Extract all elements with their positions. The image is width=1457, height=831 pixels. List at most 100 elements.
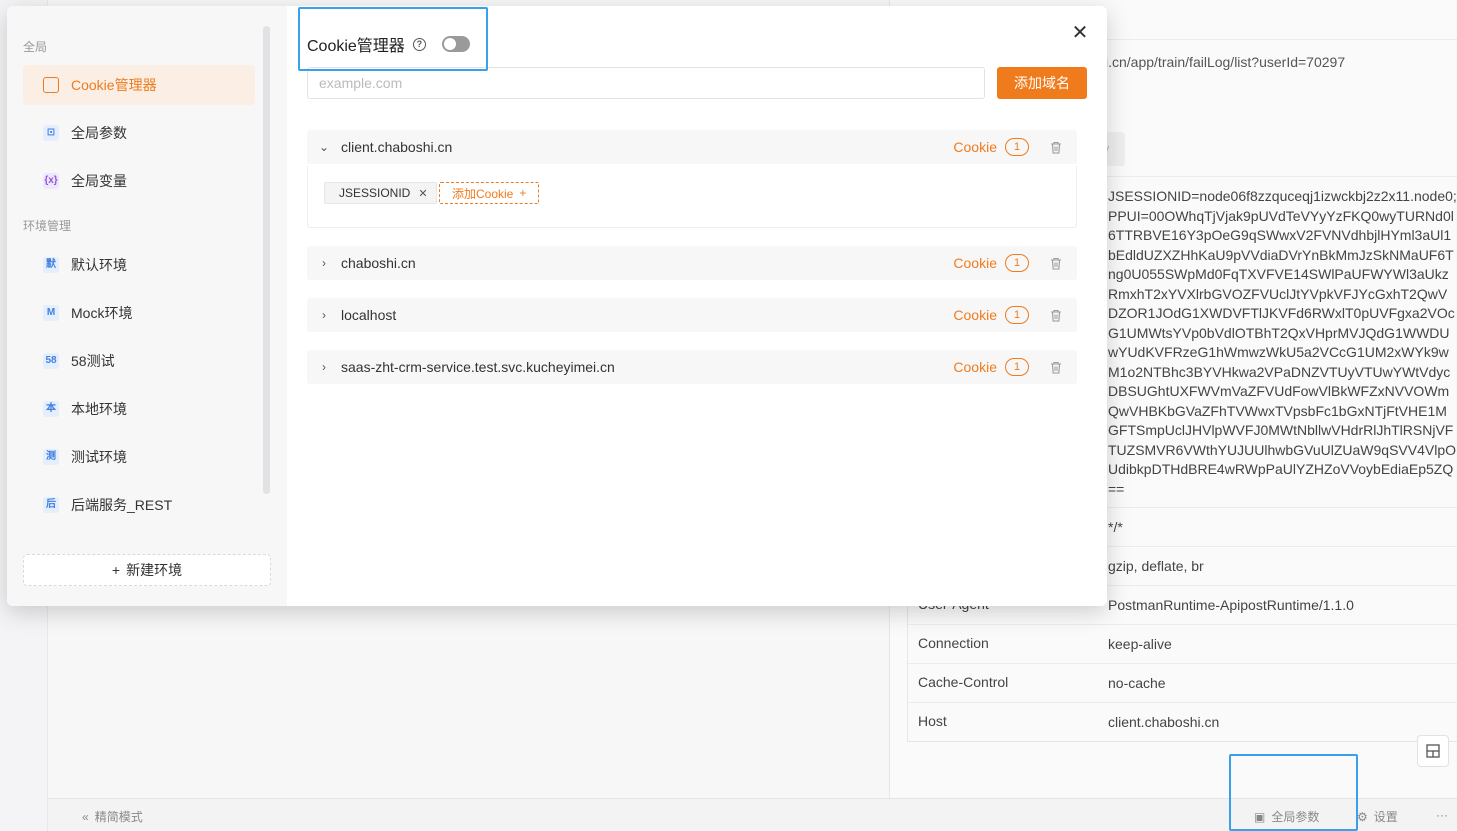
sidebar-item-env[interactable]: 测 测试环境 bbox=[23, 437, 255, 477]
header-key: Host bbox=[918, 713, 947, 729]
params-icon: ▣ bbox=[1254, 809, 1266, 824]
domain-input[interactable] bbox=[307, 67, 985, 99]
table-row: Host client.chaboshi.cn bbox=[908, 702, 1457, 741]
modal-title: Cookie管理器 bbox=[307, 38, 405, 55]
header-key: Cache-Control bbox=[918, 674, 1009, 690]
domain-row[interactable]: › saas-zht-crm-service.test.svc.kucheyim… bbox=[307, 350, 1077, 384]
header-value: PostmanRuntime-ApipostRuntime/1.1.0 bbox=[1108, 597, 1354, 613]
sidebar-item-env[interactable]: 58 58测试 bbox=[23, 341, 255, 381]
new-env-button[interactable]: + 新建环境 bbox=[23, 554, 271, 586]
simple-mode-label: 精简模式 bbox=[94, 810, 143, 824]
sidebar-item-label: 测试环境 bbox=[71, 449, 127, 465]
close-icon[interactable]: ✕ bbox=[418, 187, 427, 200]
global-params-label: 全局参数 bbox=[1271, 810, 1320, 824]
request-url: i.cn/app/train/failLog/list?userId=70297 bbox=[1105, 54, 1346, 70]
header-value: JSESSIONID=node06f8zzquceqj1izwckbj2z2x1… bbox=[1108, 188, 1457, 497]
sidebar-item-env[interactable]: 后 后端服务_REST bbox=[23, 485, 255, 525]
settings-label: 设置 bbox=[1373, 810, 1398, 824]
gear-icon: ⚙ bbox=[1357, 809, 1368, 824]
cookie-manager-toggle[interactable] bbox=[441, 36, 470, 52]
cookie-tag[interactable]: JSESSIONID ✕ bbox=[324, 182, 437, 204]
table-row: Connection keep-alive bbox=[908, 624, 1457, 663]
domain-row[interactable]: ⌄ client.chaboshi.cn Cookie 1 bbox=[307, 130, 1077, 164]
header-value: client.chaboshi.cn bbox=[1108, 714, 1220, 730]
params-icon: ⊡ bbox=[43, 125, 59, 141]
new-env-label: 新建环境 bbox=[126, 562, 183, 578]
more-label: ··· bbox=[1436, 808, 1448, 822]
bottom-status-bar: « 精简模式 ▣ 全局参数 ⚙ 设置 ··· bbox=[48, 798, 1457, 831]
trash-icon[interactable] bbox=[1049, 360, 1063, 374]
more-button[interactable]: ··· bbox=[1436, 808, 1448, 822]
sidebar-item-env[interactable]: M Mock环境 bbox=[23, 293, 255, 333]
header-value: keep-alive bbox=[1108, 636, 1172, 652]
cookie-label: Cookie bbox=[953, 359, 997, 375]
sidebar-item-label: Cookie管理器 bbox=[71, 77, 157, 93]
cookie-count-badge: 1 bbox=[1005, 254, 1029, 272]
env-badge: M bbox=[43, 305, 59, 321]
header-value: */* bbox=[1108, 519, 1123, 535]
table-row: Cache-Control no-cache bbox=[908, 663, 1457, 702]
layout-toggle-button[interactable] bbox=[1417, 735, 1449, 767]
sidebar-item-label: 全局变量 bbox=[71, 173, 127, 189]
domain-name: saas-zht-crm-service.test.svc.kucheyimei… bbox=[341, 359, 615, 375]
global-params-button[interactable]: ▣ 全局参数 bbox=[1254, 808, 1319, 825]
domain-name: localhost bbox=[341, 307, 397, 323]
sidebar-item-global-params[interactable]: ⊡ 全局参数 bbox=[23, 113, 255, 153]
sidebar-item-label: 全局参数 bbox=[71, 125, 127, 141]
help-icon[interactable]: ? bbox=[412, 37, 426, 51]
add-cookie-label: 添加Cookie bbox=[452, 186, 514, 201]
add-domain-button[interactable]: 添加域名 bbox=[997, 67, 1087, 99]
header-key: Connection bbox=[918, 635, 989, 651]
modal-sidebar: 全局 Cookie管理器 ⊡ 全局参数 {x} 全局变量 环境管理 默 默认环境… bbox=[7, 6, 287, 606]
domain-name: client.chaboshi.cn bbox=[341, 139, 453, 155]
cookie-manager-modal: 全局 Cookie管理器 ⊡ 全局参数 {x} 全局变量 环境管理 默 默认环境… bbox=[7, 6, 1107, 606]
plus-icon: + bbox=[111, 562, 121, 578]
sidebar-item-label: Mock环境 bbox=[71, 305, 133, 321]
env-badge: 测 bbox=[43, 449, 59, 465]
chevron-right-icon[interactable]: › bbox=[307, 360, 341, 374]
sidebar-item-global-vars[interactable]: {x} 全局变量 bbox=[23, 161, 255, 201]
sidebar-item-env[interactable]: 默 默认环境 bbox=[23, 245, 255, 285]
header-value: gzip, deflate, br bbox=[1108, 558, 1204, 574]
add-cookie-button[interactable]: 添加Cookie + bbox=[439, 182, 540, 204]
sidebar-item-env[interactable]: 本 本地环境 bbox=[23, 389, 255, 429]
header-value: no-cache bbox=[1108, 675, 1166, 691]
domain-row[interactable]: › localhost Cookie 1 bbox=[307, 298, 1077, 332]
modal-title-group: Cookie管理器 ? bbox=[307, 32, 470, 56]
env-badge: 后 bbox=[43, 497, 59, 513]
trash-icon[interactable] bbox=[1049, 140, 1063, 154]
domain-row[interactable]: › chaboshi.cn Cookie 1 bbox=[307, 246, 1077, 280]
sidebar-item-label: 后端服务_REST bbox=[71, 497, 173, 513]
trash-icon[interactable] bbox=[1049, 308, 1063, 322]
env-badge: 默 bbox=[43, 257, 59, 273]
sidebar-item-label: 本地环境 bbox=[71, 401, 127, 417]
domain-cookie-list: JSESSIONID ✕ 添加Cookie + bbox=[307, 166, 1077, 228]
sidebar-group-global: 全局 bbox=[23, 40, 48, 54]
plus-icon: + bbox=[519, 186, 527, 200]
double-chevron-left-icon: « bbox=[82, 809, 89, 824]
cookie-label: Cookie bbox=[953, 255, 997, 271]
cookie-count-badge: 1 bbox=[1005, 358, 1029, 376]
close-icon[interactable]: ✕ bbox=[1071, 23, 1089, 43]
sidebar-item-label: 58测试 bbox=[71, 353, 115, 369]
sidebar-scrollbar[interactable] bbox=[263, 26, 270, 494]
domain-name: chaboshi.cn bbox=[341, 255, 416, 271]
chevron-right-icon[interactable]: › bbox=[307, 308, 341, 322]
cookie-count-badge: 1 bbox=[1005, 138, 1029, 156]
sidebar-item-cookie-manager[interactable]: Cookie管理器 bbox=[23, 65, 255, 105]
chevron-right-icon[interactable]: › bbox=[307, 256, 341, 270]
settings-button[interactable]: ⚙ 设置 bbox=[1357, 808, 1398, 825]
chevron-down-icon[interactable]: ⌄ bbox=[307, 140, 341, 154]
cookie-icon bbox=[43, 77, 59, 93]
cookie-count-badge: 1 bbox=[1005, 306, 1029, 324]
cookie-label: Cookie bbox=[953, 307, 997, 323]
sidebar-group-env: 环境管理 bbox=[23, 219, 72, 233]
cookie-manager-content: Cookie管理器 ? ✕ 添加域名 ⌄ client.chaboshi.cn … bbox=[287, 6, 1107, 606]
cookie-label: Cookie bbox=[953, 139, 997, 155]
trash-icon[interactable] bbox=[1049, 256, 1063, 270]
simple-mode-toggle[interactable]: « 精简模式 bbox=[82, 808, 143, 825]
sidebar-item-label: 默认环境 bbox=[71, 257, 127, 273]
env-badge: 本 bbox=[43, 401, 59, 417]
cookie-tag-label: JSESSIONID bbox=[339, 186, 411, 200]
variable-icon: {x} bbox=[43, 173, 59, 189]
